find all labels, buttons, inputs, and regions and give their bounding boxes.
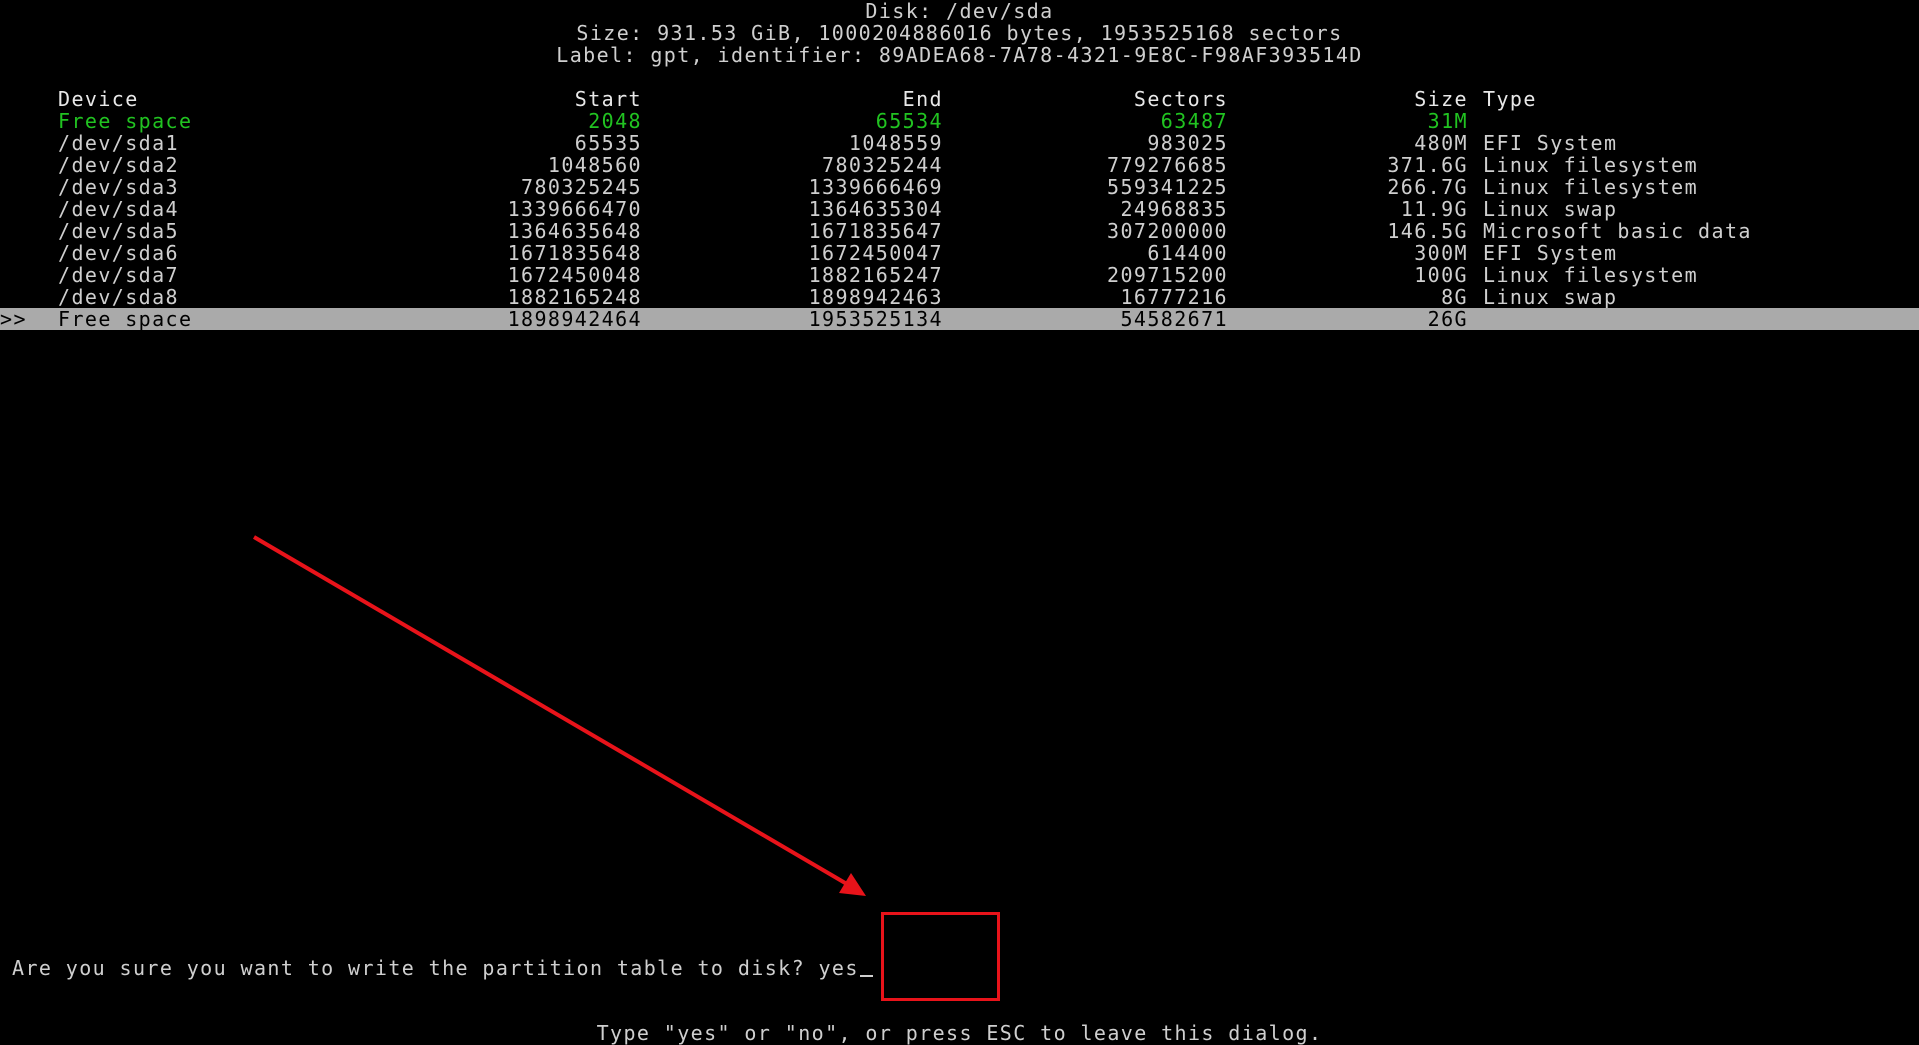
- row-type: EFI System: [1483, 132, 1903, 154]
- row-size: 371.6G: [1300, 154, 1468, 176]
- row-marker: [0, 264, 40, 286]
- row-start: 1339666470: [380, 198, 642, 220]
- table-row-free-space-selected[interactable]: >> Free space 1898942464 1953525134 5458…: [0, 308, 1919, 330]
- disk-title: Disk: /dev/sda: [0, 0, 1919, 22]
- annotation-highlight-box: [881, 912, 1000, 1001]
- row-type: Linux swap: [1483, 286, 1903, 308]
- row-sectors: 559341225: [980, 176, 1228, 198]
- table-row-sda6[interactable]: /dev/sda6 1671835648 1672450047 614400 3…: [0, 242, 1919, 264]
- row-size: 31M: [1300, 110, 1468, 132]
- row-sectors: 63487: [980, 110, 1228, 132]
- row-marker: [0, 220, 40, 242]
- row-device: Free space: [58, 308, 358, 330]
- row-size: 8G: [1300, 286, 1468, 308]
- row-sectors: 209715200: [980, 264, 1228, 286]
- row-sectors: 16777216: [980, 286, 1228, 308]
- row-start: 1364635648: [380, 220, 642, 242]
- row-start: 2048: [380, 110, 642, 132]
- row-device: /dev/sda7: [58, 264, 358, 286]
- row-size: 26G: [1300, 308, 1468, 330]
- row-type: Linux filesystem: [1483, 154, 1903, 176]
- header-end: End: [680, 88, 943, 110]
- table-row-sda4[interactable]: /dev/sda4 1339666470 1364635304 24968835…: [0, 198, 1919, 220]
- row-end: 780325244: [680, 154, 943, 176]
- row-sectors: 614400: [980, 242, 1228, 264]
- row-marker: [0, 176, 40, 198]
- table-row-sda1[interactable]: /dev/sda1 65535 1048559 983025 480M EFI …: [0, 132, 1919, 154]
- row-end: 1898942463: [680, 286, 943, 308]
- row-marker: [0, 110, 40, 132]
- header-sectors: Sectors: [980, 88, 1228, 110]
- annotation-arrow-head: [839, 873, 866, 896]
- row-marker: [0, 198, 40, 220]
- table-row-sda5[interactable]: /dev/sda5 1364635648 1671835647 30720000…: [0, 220, 1919, 242]
- row-start: 1898942464: [380, 308, 642, 330]
- row-end: 1364635304: [680, 198, 943, 220]
- row-start: 65535: [380, 132, 642, 154]
- row-start: 780325245: [380, 176, 642, 198]
- row-type: Linux filesystem: [1483, 176, 1903, 198]
- row-size: 480M: [1300, 132, 1468, 154]
- row-type: [1483, 308, 1903, 330]
- header-type: Type: [1483, 88, 1903, 110]
- row-start: 1882165248: [380, 286, 642, 308]
- row-sectors: 983025: [980, 132, 1228, 154]
- row-type: Linux swap: [1483, 198, 1903, 220]
- text-cursor: [860, 975, 873, 977]
- disk-label-line: Label: gpt, identifier: 89ADEA68-7A78-43…: [0, 44, 1919, 66]
- row-size: 100G: [1300, 264, 1468, 286]
- row-start: 1672450048: [380, 264, 642, 286]
- row-size: 266.7G: [1300, 176, 1468, 198]
- row-device: /dev/sda6: [58, 242, 358, 264]
- row-device: /dev/sda1: [58, 132, 358, 154]
- row-end: 1048559: [680, 132, 943, 154]
- row-size: 300M: [1300, 242, 1468, 264]
- row-type: EFI System: [1483, 242, 1903, 264]
- row-size: 11.9G: [1300, 198, 1468, 220]
- row-marker: [0, 286, 40, 308]
- row-type: Microsoft basic data: [1483, 220, 1903, 242]
- table-row-sda8[interactable]: /dev/sda8 1882165248 1898942463 16777216…: [0, 286, 1919, 308]
- row-end: 65534: [680, 110, 943, 132]
- row-device: /dev/sda5: [58, 220, 358, 242]
- table-row-sda2[interactable]: /dev/sda2 1048560 780325244 779276685 37…: [0, 154, 1919, 176]
- confirm-input[interactable]: yes: [818, 956, 858, 980]
- row-sectors: 779276685: [980, 154, 1228, 176]
- confirm-question: Are you sure you want to write the parti…: [12, 956, 818, 980]
- disk-size-line: Size: 931.53 GiB, 1000204886016 bytes, 1…: [0, 22, 1919, 44]
- row-marker: [0, 132, 40, 154]
- row-end: 1953525134: [680, 308, 943, 330]
- selection-marker: >>: [0, 308, 40, 330]
- row-sectors: 307200000: [980, 220, 1228, 242]
- row-end: 1672450047: [680, 242, 943, 264]
- row-device: /dev/sda8: [58, 286, 358, 308]
- row-start: 1671835648: [380, 242, 642, 264]
- table-header: Device Start End Sectors Size Type: [0, 88, 1919, 110]
- row-marker: [0, 242, 40, 264]
- table-row-sda7[interactable]: /dev/sda7 1672450048 1882165247 20971520…: [0, 264, 1919, 286]
- annotation-arrow-line: [254, 537, 852, 887]
- row-device: /dev/sda4: [58, 198, 358, 220]
- header-size: Size: [1300, 88, 1468, 110]
- row-end: 1671835647: [680, 220, 943, 242]
- row-marker: [0, 154, 40, 176]
- table-row-sda3[interactable]: /dev/sda3 780325245 1339666469 559341225…: [0, 176, 1919, 198]
- dialog-hint: Type "yes" or "no", or press ESC to leav…: [0, 1022, 1919, 1044]
- row-type: Linux filesystem: [1483, 264, 1903, 286]
- row-end: 1882165247: [680, 264, 943, 286]
- table-row-free-space-start[interactable]: Free space 2048 65534 63487 31M: [0, 110, 1919, 132]
- header-device: Device: [58, 88, 358, 110]
- row-end: 1339666469: [680, 176, 943, 198]
- row-sectors: 54582671: [980, 308, 1228, 330]
- row-start: 1048560: [380, 154, 642, 176]
- row-device: Free space: [58, 110, 358, 132]
- row-device: /dev/sda2: [58, 154, 358, 176]
- header-start: Start: [380, 88, 642, 110]
- row-size: 146.5G: [1300, 220, 1468, 242]
- row-sectors: 24968835: [980, 198, 1228, 220]
- row-type: [1483, 110, 1903, 132]
- row-device: /dev/sda3: [58, 176, 358, 198]
